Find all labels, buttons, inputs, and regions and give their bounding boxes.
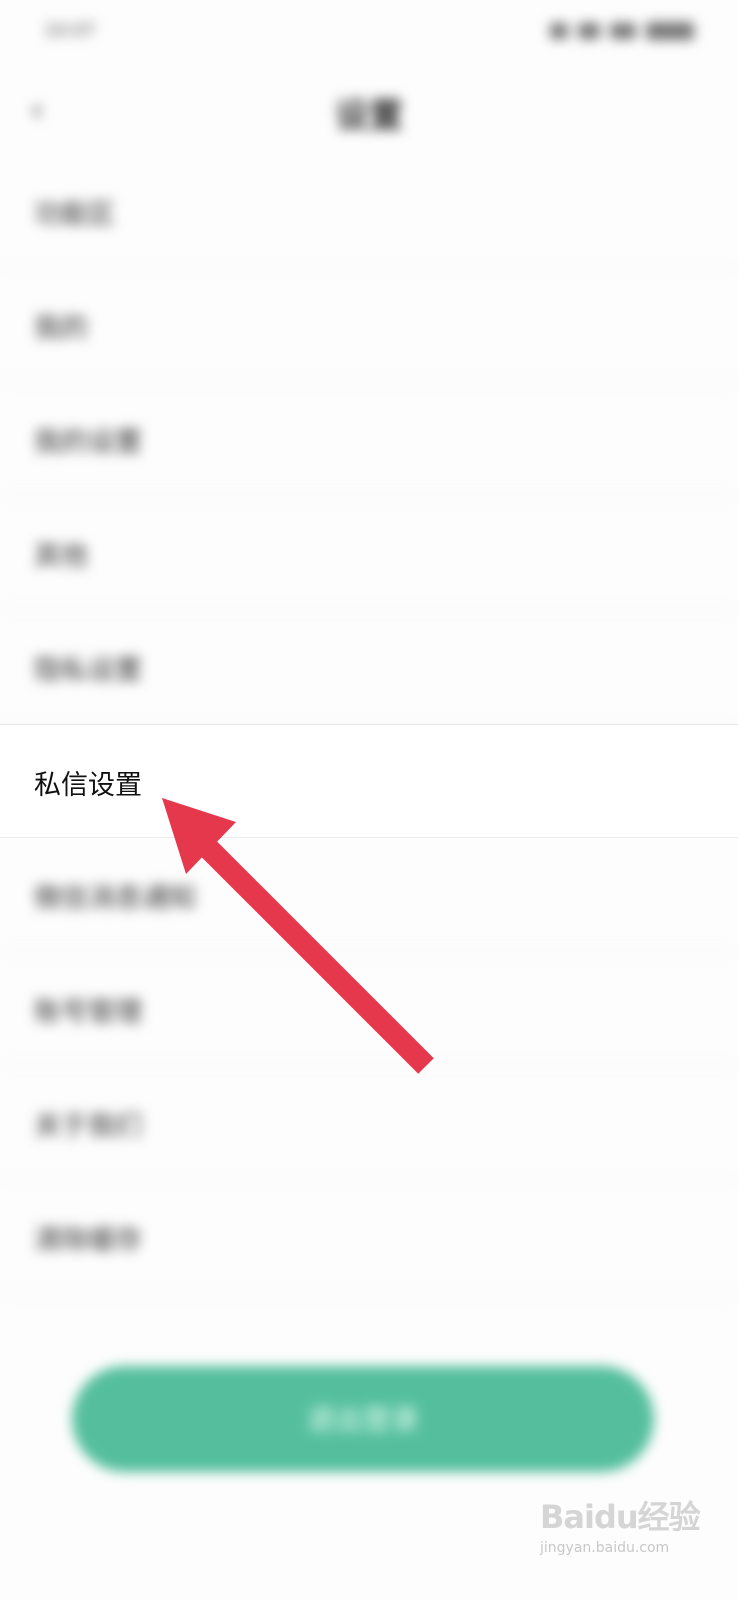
watermark-url: jingyan.baidu.com bbox=[540, 1540, 670, 1556]
settings-row-label: 私信设置 bbox=[34, 770, 142, 801]
status-time: 10:07 bbox=[44, 20, 96, 41]
settings-row-privacy[interactable]: 隐私设置 bbox=[0, 610, 738, 724]
settings-row-account[interactable]: 账号管理 bbox=[0, 952, 738, 1066]
settings-row-function-area[interactable]: 功能区 bbox=[0, 154, 738, 268]
watermark-logo: Baidu经验 bbox=[540, 1498, 701, 1536]
settings-row-label: 我的 bbox=[34, 313, 88, 344]
header: ‹ 设置 bbox=[0, 70, 738, 156]
network-icon bbox=[610, 23, 636, 39]
battery-icon bbox=[646, 22, 694, 40]
settings-row-clear-cache[interactable]: 清除缓存 bbox=[0, 1180, 738, 1294]
signal-icon bbox=[550, 23, 568, 39]
settings-row-label: 关于我们 bbox=[34, 1111, 142, 1142]
baidu-watermark: Baidu经验 jingyan.baidu.com bbox=[540, 1492, 701, 1564]
settings-row-label: 功能区 bbox=[34, 199, 115, 230]
status-icons bbox=[550, 22, 694, 40]
settings-row-label: 我的设置 bbox=[34, 427, 142, 458]
settings-row-label: 账号管理 bbox=[34, 997, 142, 1028]
status-bar: 10:07 bbox=[0, 0, 738, 70]
settings-row-label: 微信消息通知 bbox=[34, 883, 196, 914]
settings-list: 功能区 我的 我的设置 其他 隐私设置 私信设置 微信消息通知 账号管理 关于我… bbox=[0, 154, 738, 1294]
settings-row-mine[interactable]: 我的 bbox=[0, 268, 738, 382]
settings-row-wechat-notification[interactable]: 微信消息通知 bbox=[0, 838, 738, 952]
footer-text bbox=[270, 1520, 470, 1590]
page-title: 设置 bbox=[335, 96, 403, 136]
settings-row-other[interactable]: 其他 bbox=[0, 496, 738, 610]
settings-row-label: 隐私设置 bbox=[34, 655, 142, 686]
wifi-icon bbox=[578, 23, 600, 39]
settings-row-my-settings[interactable]: 我的设置 bbox=[0, 382, 738, 496]
settings-row-about[interactable]: 关于我们 bbox=[0, 1066, 738, 1180]
logout-button-label: 退出登录 bbox=[306, 1404, 419, 1435]
logout-button[interactable]: 退出登录 bbox=[72, 1366, 654, 1472]
settings-row-label: 清除缓存 bbox=[34, 1225, 142, 1256]
settings-row-private-message[interactable]: 私信设置 bbox=[0, 724, 738, 838]
settings-row-label: 其他 bbox=[34, 541, 88, 572]
